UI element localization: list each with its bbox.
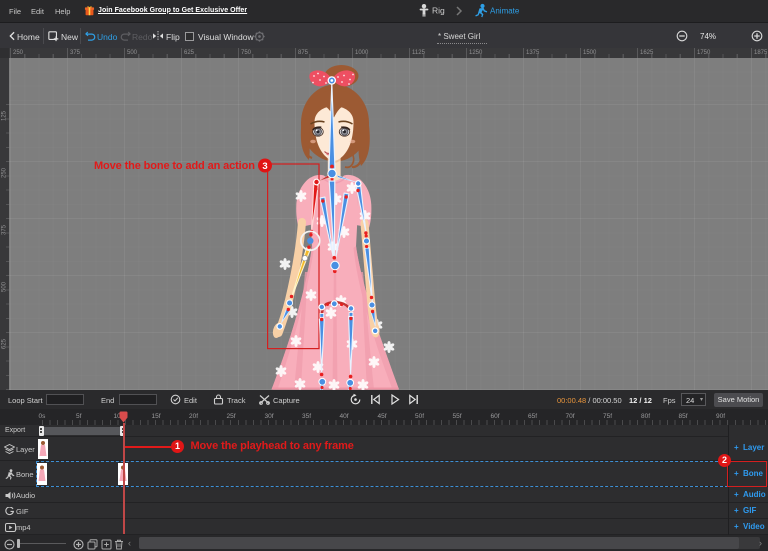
svg-text:3: 3 <box>262 161 267 172</box>
svg-text:Animate: Animate <box>490 7 520 16</box>
svg-text:Rig: Rig <box>432 6 445 16</box>
